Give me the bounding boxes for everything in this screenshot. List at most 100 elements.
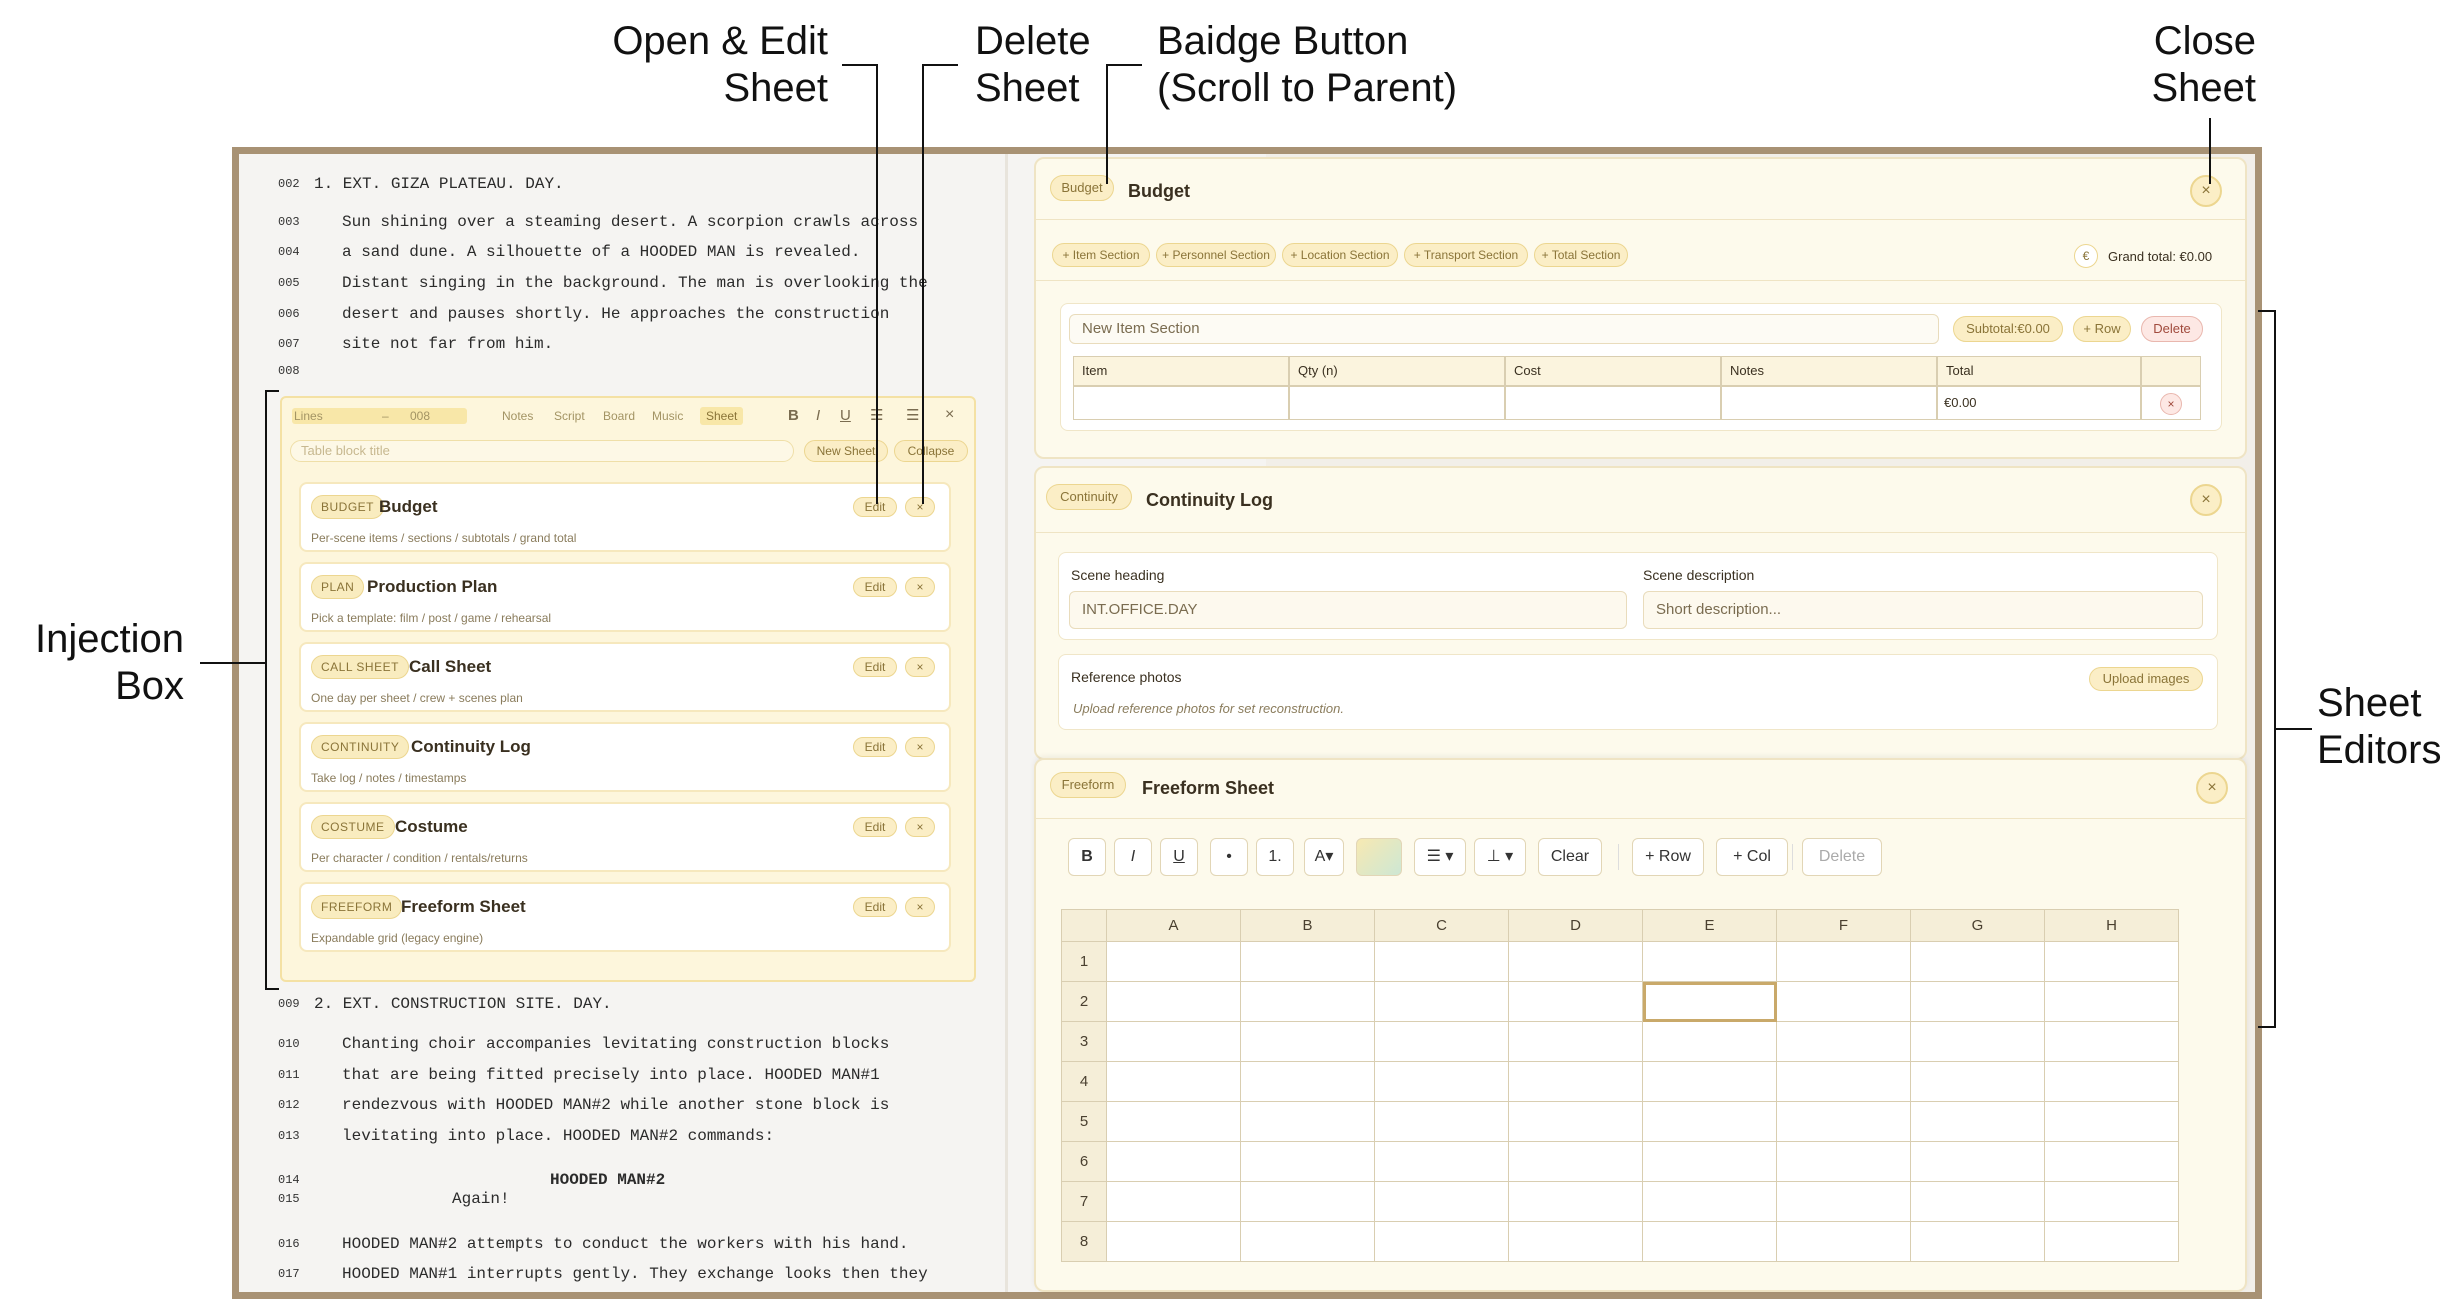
add-col-button[interactable]: + Col: [1716, 838, 1788, 876]
grid-cell[interactable]: [1106, 1221, 1241, 1262]
grid-cell[interactable]: [2044, 1141, 2179, 1182]
grid-cell[interactable]: [1508, 1101, 1643, 1142]
grid-cell[interactable]: [1642, 1141, 1777, 1182]
sheet-tag-badge[interactable]: COSTUME: [311, 815, 395, 839]
row-header[interactable]: 4: [1061, 1061, 1107, 1102]
close-icon[interactable]: ×: [2196, 772, 2228, 804]
clear-button[interactable]: Clear: [1538, 838, 1602, 876]
delete-sheet-button[interactable]: ×: [905, 577, 935, 597]
column-header[interactable]: G: [1910, 909, 2045, 942]
pane-divider[interactable]: [1005, 154, 1008, 1292]
tab-notes[interactable]: Notes: [502, 409, 533, 423]
grid-cell[interactable]: [1642, 1061, 1777, 1102]
close-icon[interactable]: ×: [945, 406, 954, 424]
grid-cell[interactable]: [1374, 1061, 1509, 1102]
grid-cell[interactable]: [1240, 1061, 1375, 1102]
sheet-tag-badge[interactable]: PLAN: [311, 575, 365, 599]
add-section-button[interactable]: + Personnel Section: [1156, 243, 1276, 267]
lines-to[interactable]: 008: [410, 409, 430, 423]
grid-cell[interactable]: [1374, 1141, 1509, 1182]
grid-cell[interactable]: [1642, 1221, 1777, 1262]
underline-button[interactable]: U: [840, 407, 851, 424]
align-dropdown[interactable]: ☰ ▾: [1414, 838, 1466, 876]
grid-cell[interactable]: [1776, 1221, 1911, 1262]
grid-cell[interactable]: [1776, 1061, 1911, 1102]
table-cell[interactable]: [1073, 386, 1289, 420]
delete-sheet-button[interactable]: ×: [905, 737, 935, 757]
grid-cell[interactable]: [1240, 1021, 1375, 1062]
grid-cell[interactable]: [1374, 1221, 1509, 1262]
grid-cell[interactable]: [1508, 1141, 1643, 1182]
delete-sheet-button[interactable]: ×: [905, 657, 935, 677]
row-header[interactable]: 6: [1061, 1141, 1107, 1182]
numbered-list-icon[interactable]: 1.: [1256, 838, 1294, 876]
grid-cell[interactable]: [1106, 1181, 1241, 1222]
grid-cell[interactable]: [1776, 1021, 1911, 1062]
grid-cell[interactable]: [1776, 1181, 1911, 1222]
close-icon[interactable]: ×: [2160, 393, 2182, 415]
delete-sheet-button[interactable]: ×: [905, 497, 935, 517]
grid-cell[interactable]: [1910, 981, 2045, 1022]
grid-cell[interactable]: [1240, 1101, 1375, 1142]
grid-cell[interactable]: [1910, 941, 2045, 982]
sheet-tag-badge[interactable]: BUDGET: [311, 495, 385, 519]
grid-cell[interactable]: [1642, 981, 1777, 1022]
edit-sheet-button[interactable]: Edit: [853, 817, 897, 837]
fill-color-icon[interactable]: [1356, 838, 1402, 876]
section-name-input[interactable]: New Item Section: [1069, 314, 1939, 344]
grid-cell[interactable]: [1508, 1221, 1643, 1262]
grid-cell[interactable]: [1374, 1021, 1509, 1062]
grid-cell[interactable]: [1642, 1181, 1777, 1222]
grid-cell[interactable]: [1240, 981, 1375, 1022]
close-icon[interactable]: ×: [2190, 175, 2222, 207]
edit-sheet-button[interactable]: Edit: [853, 577, 897, 597]
row-header[interactable]: 7: [1061, 1181, 1107, 1222]
sheet-tag-badge[interactable]: FREEFORM: [311, 895, 403, 919]
edit-sheet-button[interactable]: Edit: [853, 737, 897, 757]
bold-button[interactable]: B: [788, 407, 799, 424]
tab-script[interactable]: Script: [554, 409, 585, 423]
grid-cell[interactable]: [2044, 1021, 2179, 1062]
delete-button[interactable]: Delete: [1802, 838, 1882, 876]
delete-sheet-button[interactable]: ×: [905, 817, 935, 837]
grid-cell[interactable]: [1106, 941, 1241, 982]
grid-cell[interactable]: [1776, 981, 1911, 1022]
grid-cell[interactable]: [1240, 1181, 1375, 1222]
grid-cell[interactable]: [2044, 941, 2179, 982]
row-header[interactable]: 3: [1061, 1021, 1107, 1062]
grid-cell[interactable]: [1910, 1061, 2045, 1102]
italic-button[interactable]: I: [1114, 838, 1152, 876]
grid-cell[interactable]: [1106, 1021, 1241, 1062]
add-section-button[interactable]: + Location Section: [1282, 243, 1398, 267]
grid-cell[interactable]: [1508, 1181, 1643, 1222]
budget-badge-button[interactable]: Budget: [1050, 175, 1114, 201]
grid-cell[interactable]: [1776, 1101, 1911, 1142]
grid-cell[interactable]: [1374, 1181, 1509, 1222]
grid-cell[interactable]: [1374, 1101, 1509, 1142]
row-header[interactable]: 2: [1061, 981, 1107, 1022]
grid-cell[interactable]: [1642, 1101, 1777, 1142]
edit-sheet-button[interactable]: Edit: [853, 657, 897, 677]
row-header[interactable]: 5: [1061, 1101, 1107, 1142]
grid-cell[interactable]: [1910, 1181, 2045, 1222]
grid-cell[interactable]: [1106, 1141, 1241, 1182]
add-row-button[interactable]: + Row: [1632, 838, 1704, 876]
grid-cell[interactable]: [1508, 981, 1643, 1022]
grid-cell[interactable]: [1910, 1221, 2045, 1262]
delete-sheet-button[interactable]: ×: [905, 897, 935, 917]
grid-cell[interactable]: [1106, 1101, 1241, 1142]
collapse-button[interactable]: Collapse: [894, 440, 968, 462]
grid-cell[interactable]: [1642, 941, 1777, 982]
continuity-badge-button[interactable]: Continuity: [1046, 484, 1132, 510]
grid-cell[interactable]: [1240, 941, 1375, 982]
grid-cell[interactable]: [1910, 1141, 2045, 1182]
column-header[interactable]: B: [1240, 909, 1375, 942]
tab-board[interactable]: Board: [603, 409, 635, 423]
upload-images-button[interactable]: Upload images: [2089, 667, 2203, 691]
grid-cell[interactable]: [1776, 941, 1911, 982]
font-size-dropdown[interactable]: A▾: [1304, 838, 1344, 876]
valign-dropdown[interactable]: ⊥ ▾: [1474, 838, 1526, 876]
column-header[interactable]: D: [1508, 909, 1643, 942]
grid-cell[interactable]: [1106, 981, 1241, 1022]
grid-cell[interactable]: [1642, 1021, 1777, 1062]
